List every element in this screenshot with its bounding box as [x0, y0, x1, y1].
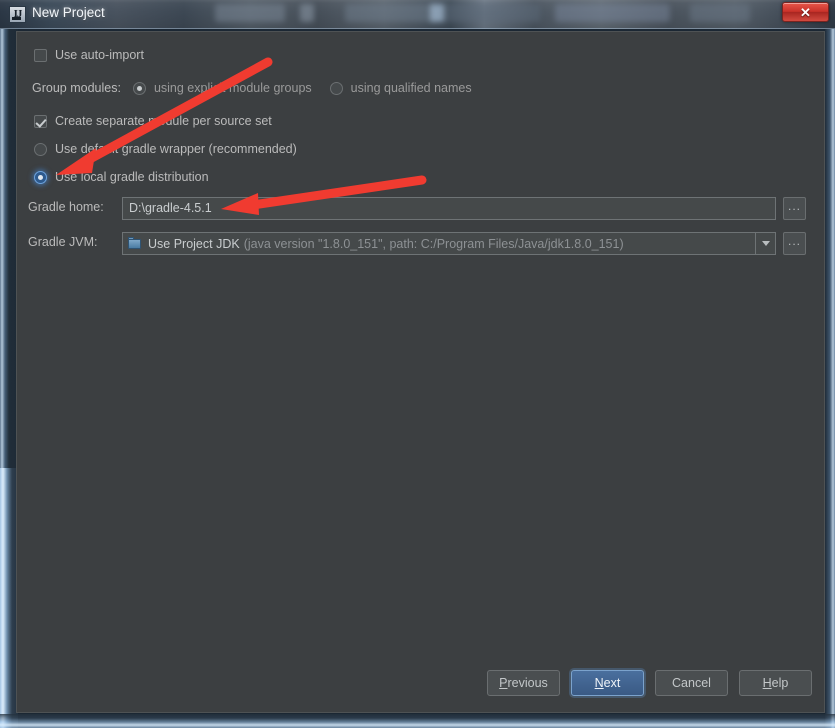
gradle-jvm-label: Gradle JVM: [28, 235, 98, 249]
window-border-bottom [0, 714, 835, 728]
close-icon[interactable]: ✕ [782, 2, 829, 22]
group-modules-qualified-radio[interactable] [329, 81, 343, 95]
create-separate-module-checkbox[interactable] [34, 114, 47, 128]
default-gradle-wrapper-radio[interactable] [34, 142, 47, 156]
window-border-right [825, 29, 835, 728]
title-bar: IJ New Project ✕ [0, 0, 835, 29]
intellij-idea-icon: IJ [9, 6, 26, 23]
desktop-blur-artifact [555, 4, 670, 22]
gradle-home-label: Gradle home: [28, 200, 104, 214]
window-frame: IJ New Project ✕ Use auto-import Group m… [0, 0, 835, 728]
next-button[interactable]: Next [571, 670, 644, 696]
group-modules-row: Group modules: using explicit module gro… [32, 81, 472, 95]
gradle-settings-panel: Use auto-import Group modules: using exp… [17, 32, 824, 682]
previous-mnemonic: P [499, 676, 508, 690]
option-local-gradle-distribution[interactable]: Use local gradle distribution [34, 170, 209, 184]
group-modules-explicit-radio[interactable] [132, 81, 146, 95]
option-create-separate-module[interactable]: Create separate module per source set [34, 114, 272, 128]
gradle-jvm-row: Gradle JVM: [28, 235, 124, 249]
option-default-gradle-wrapper[interactable]: Use default gradle wrapper (recommended) [34, 142, 297, 156]
desktop-blur-artifact [215, 4, 285, 22]
desktop-blur-artifact [345, 4, 435, 22]
gradle-home-browse-button[interactable]: ... [783, 197, 806, 220]
local-gradle-distribution-label: Use local gradle distribution [55, 170, 209, 184]
next-mnemonic: N [594, 676, 604, 690]
next-label: ext [603, 676, 621, 690]
gradle-jvm-select[interactable]: Use Project JDK (java version "1.8.0_151… [122, 232, 776, 255]
jdk-folder-icon [128, 237, 142, 250]
previous-label: revious [507, 676, 548, 690]
desktop-blur-artifact [300, 4, 314, 22]
desktop-blur-artifact [430, 4, 444, 22]
desktop-blur-artifact [690, 4, 750, 22]
create-separate-module-label: Create separate module per source set [55, 114, 272, 128]
gradle-home-input[interactable]: D:\gradle-4.5.1 [122, 197, 776, 220]
group-modules-label: Group modules: [32, 81, 121, 95]
gradle-jvm-browse-button[interactable]: ... [783, 232, 806, 255]
window-title: New Project [32, 5, 105, 20]
option-use-auto-import[interactable]: Use auto-import [34, 48, 144, 62]
help-button[interactable]: Help [739, 670, 812, 696]
gradle-jvm-value-detail: (java version "1.8.0_151", path: C:/Prog… [243, 236, 624, 251]
local-gradle-distribution-radio[interactable] [34, 170, 47, 184]
gradle-jvm-value: Use Project JDK (java version "1.8.0_151… [123, 237, 755, 251]
close-glyph: ✕ [800, 4, 811, 20]
use-auto-import-checkbox[interactable] [34, 48, 47, 62]
cancel-label: Cancel [672, 676, 711, 690]
cancel-button[interactable]: Cancel [655, 670, 728, 696]
dialog-client-area: Use auto-import Group modules: using exp… [16, 31, 825, 713]
group-modules-qualified-label: using qualified names [350, 81, 472, 95]
desktop-blur-artifact [440, 4, 540, 22]
chevron-down-icon[interactable] [755, 233, 775, 254]
gradle-home-row: Gradle home: [28, 200, 124, 214]
previous-button[interactable]: Previous [487, 670, 560, 696]
default-gradle-wrapper-label: Use default gradle wrapper (recommended) [55, 142, 297, 156]
help-mnemonic: H [762, 676, 772, 690]
gradle-jvm-value-main: Use Project JDK [148, 236, 240, 251]
help-label: elp [771, 676, 789, 690]
dialog-button-bar: Previous Next Cancel Help [17, 670, 824, 704]
group-modules-explicit-label: using explicit module groups [153, 81, 312, 95]
use-auto-import-label: Use auto-import [55, 48, 144, 62]
